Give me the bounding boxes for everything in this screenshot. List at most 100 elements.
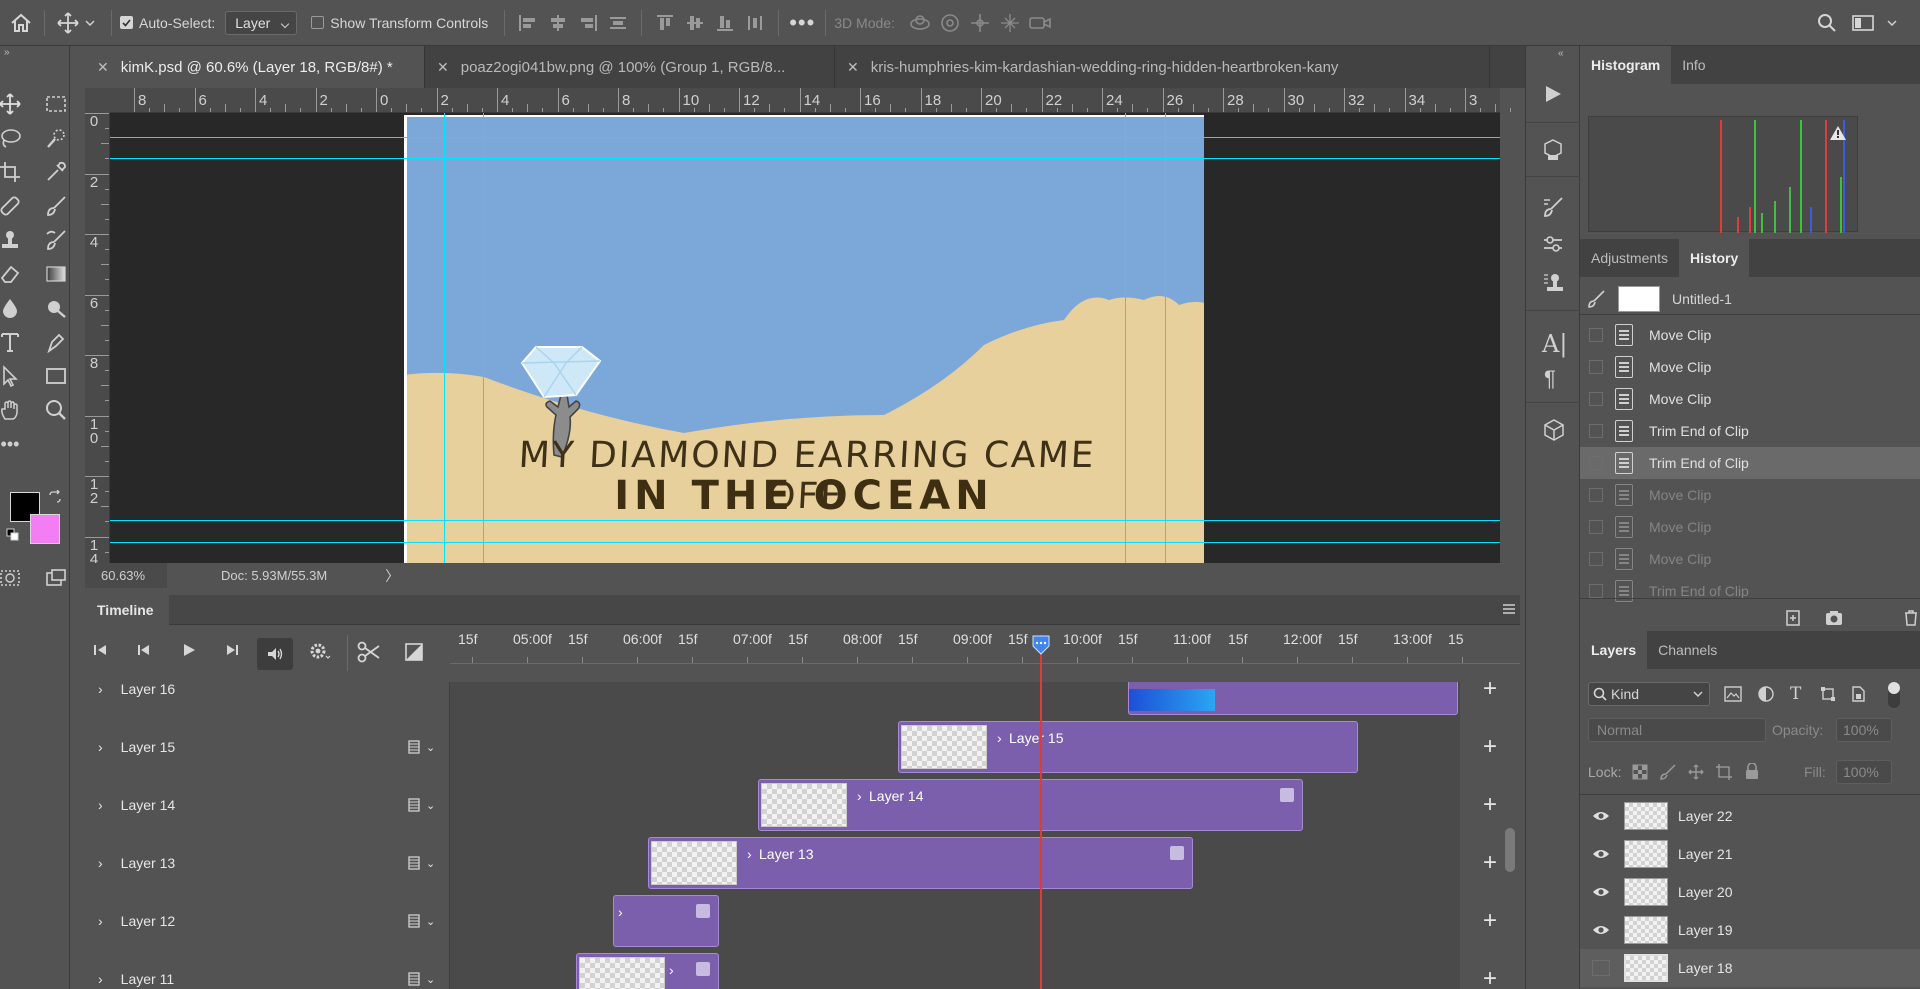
history-snapshot[interactable]: Untitled-1 bbox=[1580, 283, 1920, 315]
history-brush-checkbox[interactable] bbox=[1589, 424, 1603, 438]
history-brush-checkbox[interactable] bbox=[1589, 520, 1603, 534]
history-state[interactable]: Trim End of Clip bbox=[1580, 447, 1920, 479]
timeline-track[interactable]: › Layer 13 bbox=[450, 834, 1460, 892]
timeline-ruler[interactable]: 15f 05:00f 15f 06:00f 15f 07:00f 15f 08:00f 15f 0… bbox=[450, 625, 1520, 682]
previous-frame-icon[interactable] bbox=[137, 643, 153, 657]
tab-history[interactable]: History bbox=[1679, 239, 1750, 277]
align-center-h-icon[interactable] bbox=[543, 8, 573, 38]
tab-info[interactable]: Info bbox=[1671, 46, 1716, 84]
more-options-icon[interactable]: ••• bbox=[787, 8, 817, 38]
close-tab-icon[interactable]: ✕ bbox=[97, 59, 109, 76]
swap-colors-icon[interactable] bbox=[48, 490, 62, 504]
guide-vertical[interactable] bbox=[1125, 113, 1126, 563]
clip-chevron-icon[interactable]: › bbox=[747, 846, 752, 862]
guide-horizontal[interactable] bbox=[110, 137, 1500, 138]
settings-gear-icon[interactable] bbox=[309, 642, 331, 660]
add-media-button[interactable]: + bbox=[1460, 682, 1520, 718]
quick-mask-icon[interactable] bbox=[0, 562, 26, 594]
timeline-clip[interactable]: › Layer 15 bbox=[898, 721, 1358, 773]
history-brush-checkbox[interactable] bbox=[1589, 328, 1603, 342]
film-strip-icon[interactable] bbox=[407, 856, 421, 870]
edit-toolbar-icon[interactable]: ••• bbox=[0, 428, 26, 460]
eye-icon[interactable] bbox=[1592, 886, 1610, 898]
history-brush-checkbox[interactable] bbox=[1589, 456, 1603, 470]
search-icon[interactable] bbox=[1812, 8, 1842, 38]
show-transform-checkbox[interactable] bbox=[311, 16, 325, 29]
tab-kimk-psd[interactable]: ✕ kimK.psd @ 60.6% (Layer 18, RGB/8#) * bbox=[85, 46, 425, 88]
filter-shape-icon[interactable] bbox=[1820, 686, 1836, 702]
clip-chevron-icon[interactable]: › bbox=[669, 962, 674, 978]
tab-poaz-png[interactable]: ✕ poaz2ogi041bw.png @ 100% (Group 1, RGB/… bbox=[425, 46, 835, 88]
history-state[interactable]: Move Clip bbox=[1580, 383, 1920, 415]
brush-presets-icon[interactable] bbox=[1542, 196, 1564, 218]
play-actions-icon[interactable] bbox=[1542, 84, 1564, 104]
collapse-strip-icon[interactable]: « bbox=[1558, 48, 1564, 59]
eye-icon[interactable] bbox=[1592, 848, 1610, 860]
audio-toggle-icon[interactable] bbox=[257, 638, 293, 670]
clone-stamp-tool-icon[interactable] bbox=[0, 224, 26, 256]
3d-orbit-icon[interactable] bbox=[905, 8, 935, 38]
expand-chevron-icon[interactable]: › bbox=[98, 913, 103, 929]
history-brush-checkbox[interactable] bbox=[1589, 488, 1603, 502]
history-brush-source-icon[interactable] bbox=[1586, 289, 1606, 309]
auto-select-checkbox[interactable] bbox=[120, 16, 133, 29]
timeline-layer-header[interactable]: › Layer 16 bbox=[85, 682, 450, 718]
tool-preset-chevron-icon[interactable] bbox=[83, 16, 97, 30]
expand-chevron-icon[interactable]: › bbox=[98, 797, 103, 813]
timeline-track[interactable]: › Layer 15 bbox=[450, 718, 1460, 776]
distribute-h-icon[interactable] bbox=[603, 8, 633, 38]
history-brush-checkbox[interactable] bbox=[1589, 360, 1603, 374]
layer-row[interactable]: Layer 19 bbox=[1580, 911, 1920, 949]
warning-icon[interactable] bbox=[1829, 125, 1847, 141]
background-color-swatch[interactable] bbox=[30, 514, 60, 544]
timeline-clip[interactable]: › Layer 14 bbox=[758, 779, 1303, 831]
rectangle-tool-icon[interactable] bbox=[40, 360, 72, 392]
layer-row[interactable]: Layer 18 bbox=[1580, 949, 1920, 987]
play-icon[interactable] bbox=[181, 643, 197, 657]
marquee-tool-icon[interactable] bbox=[40, 88, 72, 120]
filter-pixel-icon[interactable] bbox=[1724, 686, 1742, 702]
film-strip-icon[interactable] bbox=[407, 798, 421, 812]
collapse-toolbar-icon[interactable]: » bbox=[0, 46, 70, 58]
tab-kris-humphries[interactable]: ✕ kris-humphries-kim-kardashian-wedding-r… bbox=[835, 46, 1490, 88]
default-colors-icon[interactable] bbox=[6, 528, 20, 542]
film-strip-icon[interactable] bbox=[407, 914, 421, 928]
history-brush-checkbox[interactable] bbox=[1589, 392, 1603, 406]
3d-cube-icon[interactable] bbox=[1542, 418, 1566, 442]
expand-chevron-icon[interactable]: › bbox=[98, 971, 103, 987]
transition-icon[interactable] bbox=[405, 643, 423, 661]
workspace-chevron-icon[interactable] bbox=[1884, 15, 1900, 31]
home-icon[interactable] bbox=[6, 8, 36, 38]
align-left-icon[interactable] bbox=[513, 8, 543, 38]
pen-tool-icon[interactable] bbox=[40, 326, 72, 358]
opacity-field[interactable]: 100% bbox=[1836, 718, 1892, 742]
guide-horizontal[interactable] bbox=[110, 520, 1500, 521]
layer-row[interactable]: Layer 21 bbox=[1580, 835, 1920, 873]
filter-type-icon[interactable]: T bbox=[1790, 684, 1801, 704]
timeline-layer-header[interactable]: › Layer 14 ⌄ bbox=[85, 776, 450, 834]
timeline-track[interactable]: › bbox=[450, 892, 1460, 950]
align-top-icon[interactable] bbox=[650, 8, 680, 38]
dropdown-chevron-icon[interactable]: ⌄ bbox=[426, 857, 435, 870]
timeline-layer-header[interactable]: › Layer 13 ⌄ bbox=[85, 834, 450, 892]
vertical-ruler[interactable]: 024681 01 21 4 bbox=[85, 113, 110, 583]
gradient-tool-icon[interactable] bbox=[40, 258, 72, 290]
dropdown-chevron-icon[interactable]: ⌄ bbox=[426, 741, 435, 754]
timeline-layer-header[interactable]: › Layer 12 ⌄ bbox=[85, 892, 450, 950]
add-media-button[interactable]: + bbox=[1460, 718, 1520, 776]
status-chevron-icon[interactable]: 〉 bbox=[385, 566, 399, 586]
clone-source-icon[interactable] bbox=[1542, 272, 1564, 294]
crop-tool-icon[interactable] bbox=[0, 156, 26, 188]
clip-chevron-icon[interactable]: › bbox=[618, 904, 623, 920]
guide-vertical[interactable] bbox=[483, 113, 484, 563]
eyedropper-tool-icon[interactable] bbox=[40, 156, 72, 188]
history-state[interactable]: Trim End of Clip bbox=[1580, 415, 1920, 447]
3d-roll-icon[interactable] bbox=[935, 8, 965, 38]
snapshot-camera-icon[interactable] bbox=[1824, 609, 1844, 627]
zoom-level[interactable]: 60.63% bbox=[85, 563, 167, 588]
next-frame-icon[interactable] bbox=[223, 643, 239, 657]
lock-transparent-icon[interactable] bbox=[1632, 764, 1648, 780]
clip-end-icon[interactable] bbox=[1280, 788, 1294, 802]
distribute-v-icon[interactable] bbox=[740, 8, 770, 38]
3d-panel-icon[interactable] bbox=[1542, 138, 1564, 162]
